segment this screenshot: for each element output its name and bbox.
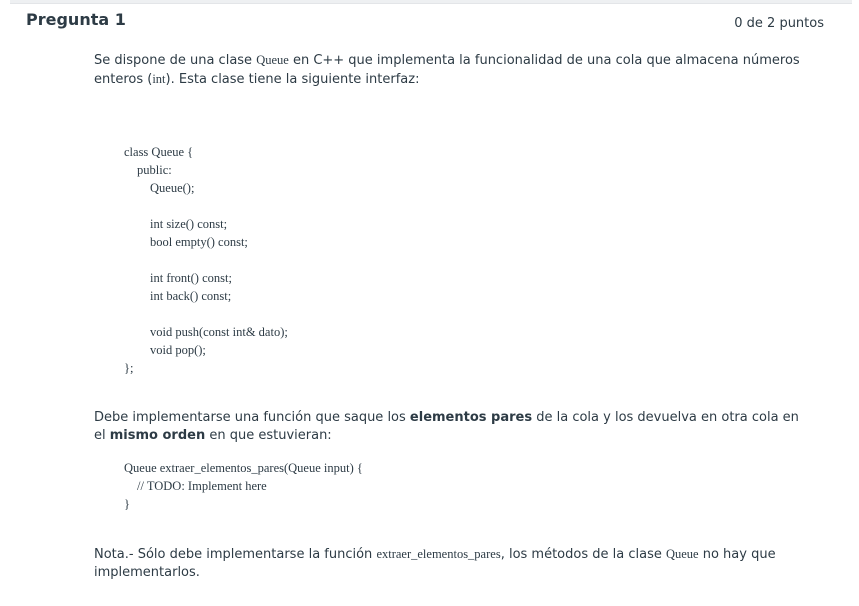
question-body: Se dispone de una clase Queue en C++ que… bbox=[94, 51, 809, 582]
note-code-function: extraer_elementos_pares bbox=[376, 547, 501, 561]
note-text: Nota.- Sólo debe implementarse la funció… bbox=[94, 547, 377, 562]
interface-code-block: class Queue { public: Queue(); int size(… bbox=[124, 143, 809, 377]
code-line: class Queue { bbox=[124, 145, 194, 159]
task-paragraph: Debe implementarse una función que saque… bbox=[94, 409, 809, 445]
code-line: Queue(); bbox=[150, 181, 195, 195]
code-line: int back() const; bbox=[150, 289, 232, 303]
note-code-queue: Queue bbox=[665, 547, 699, 561]
code-line: void pop(); bbox=[150, 343, 206, 357]
code-line: int front() const; bbox=[150, 271, 232, 285]
code-line: // TODO: Implement here bbox=[137, 479, 267, 493]
function-code-block: Queue extraer_elementos_pares(Queue inpu… bbox=[124, 459, 809, 513]
task-bold-text: elementos pares bbox=[409, 410, 533, 425]
task-bold-text: mismo orden bbox=[109, 428, 206, 443]
note-text: , los métodos de la clase bbox=[500, 547, 666, 562]
code-line: void push(const int& dato); bbox=[150, 325, 288, 339]
intro-code-int: int bbox=[152, 72, 166, 86]
intro-text: Se dispone de una clase bbox=[94, 53, 257, 68]
intro-text: ). Esta clase tiene la siguiente interfa… bbox=[165, 72, 420, 87]
code-line: int size() const; bbox=[150, 217, 228, 231]
code-line: Queue extraer_elementos_pares(Queue inpu… bbox=[124, 461, 363, 475]
question-title: Pregunta 1 bbox=[26, 10, 126, 29]
code-line: }; bbox=[124, 361, 134, 375]
code-line: public: bbox=[137, 163, 172, 177]
task-text: Debe implementarse una función que saque… bbox=[94, 410, 410, 425]
code-line: bool empty() const; bbox=[150, 235, 248, 249]
intro-code-queue: Queue bbox=[256, 53, 289, 67]
question-points: 0 de 2 puntos bbox=[734, 16, 824, 31]
task-text: en que estuvieran: bbox=[205, 428, 332, 443]
code-line: } bbox=[124, 497, 130, 511]
note-paragraph: Nota.- Sólo debe implementarse la funció… bbox=[94, 545, 809, 582]
question-panel: Pregunta 1 0 de 2 puntos Se dispone de u… bbox=[0, 0, 859, 606]
intro-paragraph: Se dispone de una clase Queue en C++ que… bbox=[94, 51, 809, 89]
